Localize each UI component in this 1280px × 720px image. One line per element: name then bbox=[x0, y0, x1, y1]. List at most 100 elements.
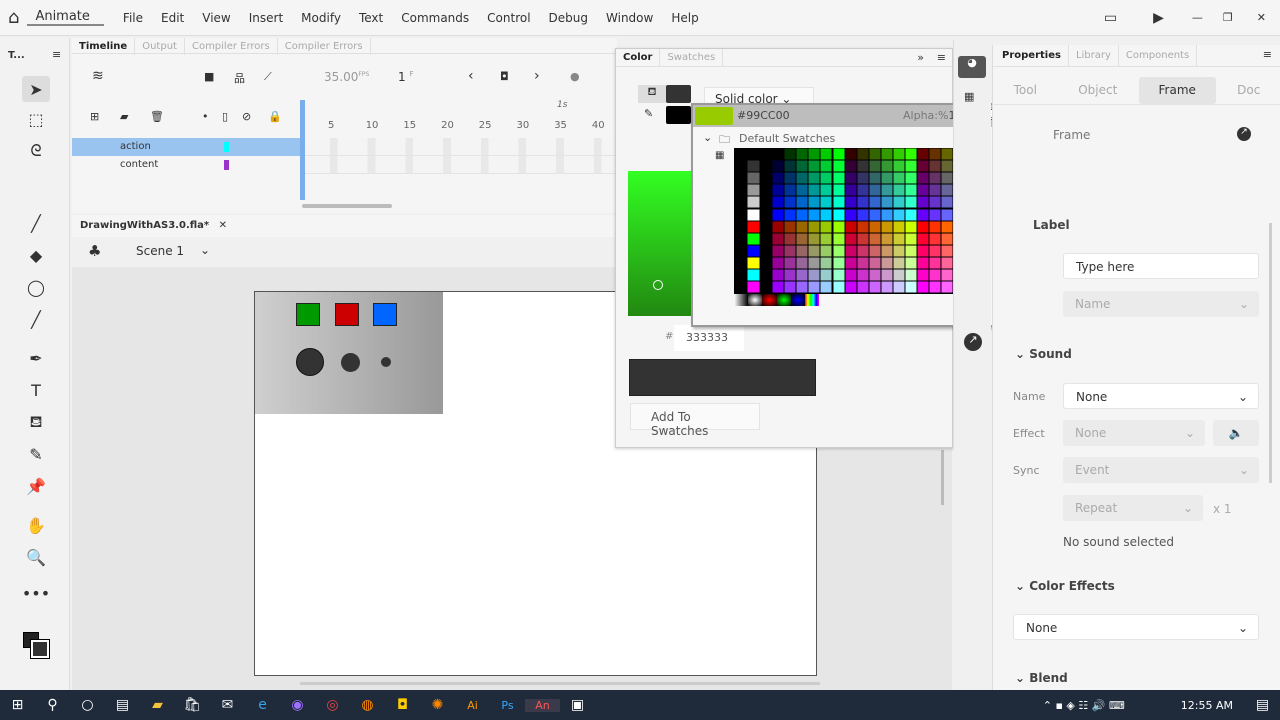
swatch[interactable] bbox=[868, 269, 881, 282]
swatch[interactable] bbox=[844, 208, 857, 221]
swatch[interactable] bbox=[796, 148, 809, 161]
swatch[interactable] bbox=[796, 256, 809, 269]
swatch[interactable] bbox=[917, 172, 930, 185]
app3-icon[interactable]: ▣ bbox=[560, 697, 595, 713]
swatch[interactable] bbox=[820, 232, 833, 245]
swatch[interactable] bbox=[808, 172, 821, 185]
menu-edit[interactable]: Edit bbox=[152, 11, 193, 25]
swatch[interactable] bbox=[746, 232, 760, 245]
subtab-object[interactable]: Object bbox=[1058, 77, 1137, 104]
swatch[interactable] bbox=[832, 232, 845, 245]
swatch[interactable] bbox=[808, 208, 821, 221]
scene-name[interactable]: Scene 1 bbox=[136, 244, 184, 258]
swatch[interactable] bbox=[796, 281, 809, 294]
task-view-icon[interactable]: ▤ bbox=[105, 697, 140, 713]
swatch[interactable] bbox=[820, 220, 833, 233]
swatch[interactable] bbox=[880, 196, 893, 209]
gradient-swatch[interactable] bbox=[790, 294, 805, 306]
swatch[interactable] bbox=[820, 256, 833, 269]
swatch[interactable] bbox=[832, 184, 845, 197]
swatch[interactable] bbox=[905, 232, 918, 245]
menu-insert[interactable]: Insert bbox=[240, 11, 292, 25]
swatch[interactable] bbox=[832, 196, 845, 209]
frame-help-icon[interactable]: ↗ bbox=[1237, 127, 1251, 141]
swatch[interactable] bbox=[917, 208, 930, 221]
swatch[interactable] bbox=[941, 160, 954, 173]
menu-commands[interactable]: Commands bbox=[392, 11, 478, 25]
firefox-icon[interactable]: ◍ bbox=[350, 697, 385, 713]
swatch[interactable] bbox=[893, 269, 906, 282]
workspace-icon[interactable]: ▭ bbox=[1086, 10, 1135, 26]
swatch[interactable] bbox=[856, 244, 869, 257]
animate-icon[interactable]: An bbox=[525, 698, 560, 712]
swatch[interactable] bbox=[844, 148, 857, 161]
tab-components[interactable]: Components bbox=[1119, 45, 1198, 67]
sound-edit-button[interactable]: 🔈 bbox=[1213, 420, 1259, 446]
swatch[interactable] bbox=[746, 172, 760, 185]
swatch[interactable] bbox=[844, 184, 857, 197]
swatch[interactable] bbox=[772, 160, 785, 173]
swatch[interactable] bbox=[880, 256, 893, 269]
swatch[interactable] bbox=[746, 269, 760, 282]
search-icon[interactable]: ⚲ bbox=[35, 697, 70, 713]
swatch[interactable] bbox=[796, 269, 809, 282]
swatch[interactable] bbox=[746, 148, 760, 161]
swatch[interactable] bbox=[808, 220, 821, 233]
swatch[interactable] bbox=[880, 148, 893, 161]
swatch[interactable] bbox=[746, 220, 760, 233]
swatch[interactable] bbox=[808, 148, 821, 161]
swatch[interactable] bbox=[941, 281, 954, 294]
swatch[interactable] bbox=[880, 184, 893, 197]
repeat-dropdown[interactable]: Repeat ⌄ bbox=[1063, 495, 1203, 521]
popup-hex[interactable]: #99CC00 bbox=[737, 109, 790, 122]
menu-control[interactable]: Control bbox=[478, 11, 539, 25]
swatch[interactable] bbox=[832, 281, 845, 294]
layer-row[interactable]: content bbox=[72, 156, 300, 174]
highlight-icon[interactable]: • bbox=[202, 110, 209, 123]
swatch[interactable] bbox=[759, 208, 773, 221]
swatch[interactable] bbox=[772, 256, 785, 269]
swatch[interactable] bbox=[905, 196, 918, 209]
paint-bucket-tool[interactable]: ⛾ bbox=[22, 409, 50, 435]
eraser-tool[interactable]: ◆ bbox=[22, 242, 50, 268]
swatch[interactable] bbox=[796, 208, 809, 221]
close-button[interactable]: ✕ bbox=[1243, 11, 1280, 24]
fps-value[interactable]: 35.00 bbox=[324, 70, 358, 84]
color-palette-icon[interactable]: ◕ bbox=[958, 56, 986, 78]
gradient-swatch[interactable] bbox=[748, 294, 763, 306]
store-icon[interactable]: 🛍 bbox=[175, 697, 210, 713]
swatch[interactable] bbox=[893, 281, 906, 294]
small-circle[interactable] bbox=[381, 357, 391, 367]
swatch[interactable] bbox=[905, 256, 918, 269]
swatch[interactable] bbox=[856, 172, 869, 185]
swatch[interactable] bbox=[856, 269, 869, 282]
swatch[interactable] bbox=[820, 244, 833, 257]
app-icon[interactable]: ◉ bbox=[280, 697, 315, 713]
swatch[interactable] bbox=[844, 232, 857, 245]
prev-frame-icon[interactable]: ‹ bbox=[468, 68, 474, 84]
stroke-pencil-icon[interactable]: ✎ bbox=[644, 107, 653, 120]
swatch[interactable] bbox=[734, 256, 747, 269]
swatch[interactable] bbox=[880, 208, 893, 221]
swatch[interactable] bbox=[856, 208, 869, 221]
sound-name-dropdown[interactable]: None ⌄ bbox=[1063, 383, 1259, 409]
swatch[interactable] bbox=[820, 160, 833, 173]
menu-help[interactable]: Help bbox=[662, 11, 707, 25]
swatch[interactable] bbox=[905, 160, 918, 173]
swatch[interactable] bbox=[734, 220, 747, 233]
swatch[interactable] bbox=[759, 184, 773, 197]
swatch[interactable] bbox=[784, 269, 797, 282]
menu-file[interactable]: File bbox=[114, 11, 152, 25]
swatch[interactable] bbox=[844, 196, 857, 209]
medium-circle[interactable] bbox=[341, 353, 360, 372]
label-type-dropdown[interactable]: Name ⌄ bbox=[1063, 291, 1259, 317]
swatch[interactable] bbox=[734, 184, 747, 197]
swatch[interactable] bbox=[917, 281, 930, 294]
swatch[interactable] bbox=[917, 220, 930, 233]
swatch[interactable] bbox=[808, 160, 821, 173]
mail-icon[interactable]: ✉ bbox=[210, 697, 245, 713]
menu-modify[interactable]: Modify bbox=[292, 11, 350, 25]
swatch[interactable] bbox=[746, 244, 760, 257]
collapse-icon[interactable]: » bbox=[917, 51, 924, 64]
swatch[interactable] bbox=[941, 184, 954, 197]
